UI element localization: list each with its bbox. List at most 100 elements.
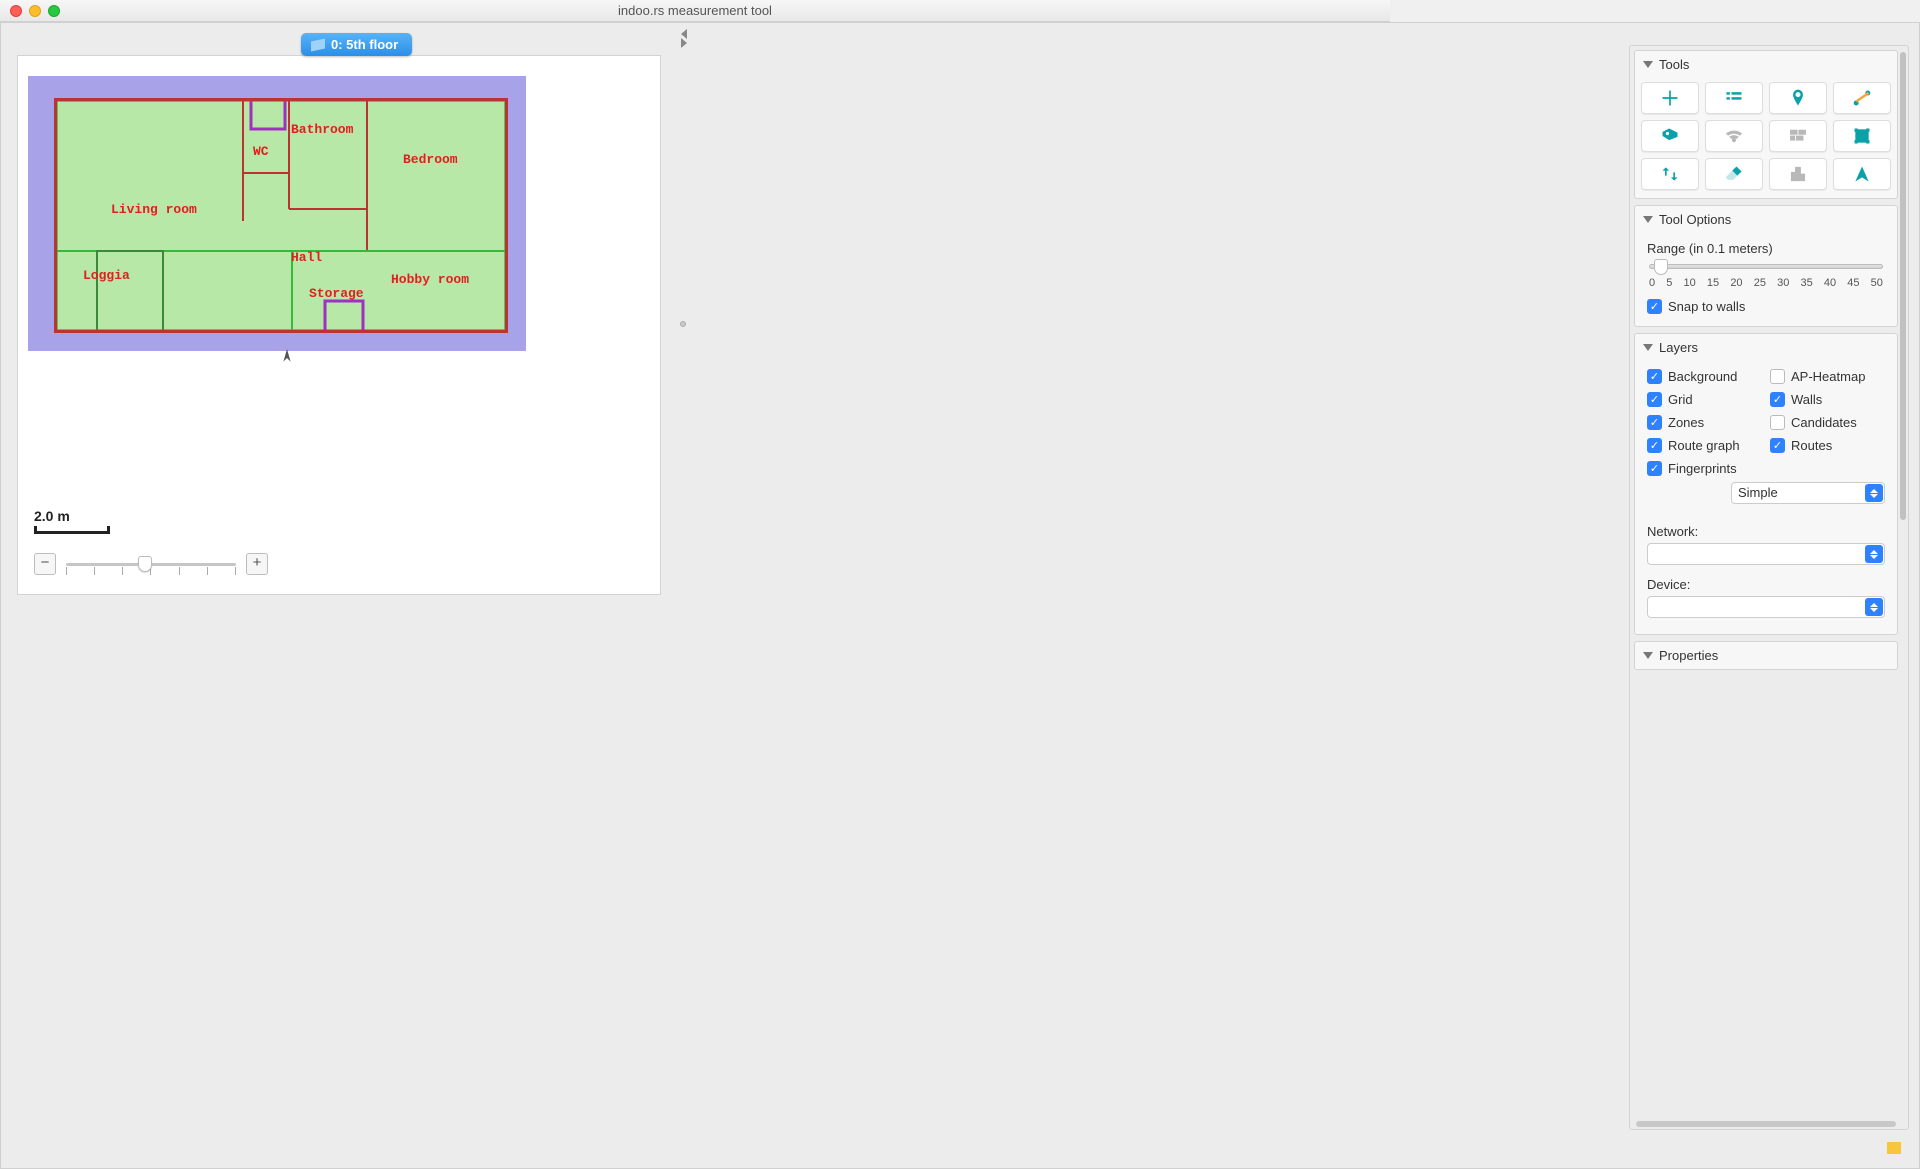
disclosure-triangle-icon <box>1643 216 1653 223</box>
tools-header[interactable]: Tools <box>1635 51 1897 78</box>
layer-checkbox[interactable] <box>1770 438 1785 453</box>
tool-list-button[interactable] <box>1705 82 1763 114</box>
layer-label: Candidates <box>1791 415 1857 430</box>
layer-label: Walls <box>1791 392 1822 407</box>
tool-crosshair-button[interactable] <box>1641 82 1699 114</box>
layer-grid: Background AP-Heatmap Grid Walls Zones Candid… <box>1641 365 1891 480</box>
layer-checkbox[interactable] <box>1770 369 1785 384</box>
layers-section: Layers Background AP-Heatmap Grid Walls Zone… <box>1634 333 1898 635</box>
room-label-hall: Hall <box>291 251 322 264</box>
floor-label: 0: 5th floor <box>331 37 398 52</box>
snap-to-walls-checkbox[interactable] <box>1647 299 1662 314</box>
layer-label: Background <box>1668 369 1737 384</box>
range-slider-thumb[interactable] <box>1654 259 1668 275</box>
tool-grid <box>1641 82 1891 190</box>
side-panel-vscrollbar[interactable] <box>1900 52 1906 520</box>
layer-checkbox[interactable] <box>1647 415 1662 430</box>
tools-title: Tools <box>1659 57 1689 72</box>
panel-splitter-arrows[interactable] <box>681 29 691 47</box>
tool-area-button[interactable] <box>1833 120 1891 152</box>
room-label-wc: WC <box>253 145 269 158</box>
disclosure-triangle-icon <box>1643 344 1653 351</box>
disclosure-triangle-icon <box>1643 652 1653 659</box>
select-arrow-icon <box>1865 598 1883 616</box>
layer-checkbox[interactable] <box>1647 392 1662 407</box>
layer-row: Walls <box>1770 390 1885 409</box>
tool-options-title: Tool Options <box>1659 212 1731 227</box>
zoom-controls: − + <box>34 552 268 576</box>
layer-row: Zones <box>1647 413 1762 432</box>
properties-title: Properties <box>1659 648 1718 663</box>
floorplan-rooms: Living room Loggia WC Bathroom Bedroom H… <box>54 98 508 333</box>
layer-checkbox[interactable] <box>1770 415 1785 430</box>
layer-row: Background <box>1647 367 1762 386</box>
zoom-out-button[interactable]: − <box>34 553 56 575</box>
scale-bar: 2.0 m <box>34 508 110 534</box>
panel-splitter-handle[interactable] <box>680 321 686 327</box>
tool-wifi-button[interactable] <box>1705 120 1763 152</box>
properties-section: Properties <box>1634 641 1898 670</box>
floor-selector[interactable]: 0: 5th floor <box>301 33 412 56</box>
device-label: Device: <box>1641 573 1891 594</box>
floorplan[interactable]: Living room Loggia WC Bathroom Bedroom H… <box>28 76 526 351</box>
layer-checkbox[interactable] <box>1647 438 1662 453</box>
layer-label: Fingerprints <box>1668 461 1737 476</box>
tool-options-header[interactable]: Tool Options <box>1635 206 1897 233</box>
zoom-slider-thumb[interactable] <box>138 556 152 572</box>
tool-navigate-button[interactable] <box>1833 158 1891 190</box>
fingerprint-mode-select[interactable]: Simple <box>1731 482 1885 504</box>
room-label-storage: Storage <box>309 287 364 300</box>
select-arrow-icon <box>1865 484 1883 502</box>
layer-row: Fingerprints <box>1647 459 1762 478</box>
layer-label: AP-Heatmap <box>1791 369 1865 384</box>
side-panel-hscrollbar[interactable] <box>1636 1121 1896 1127</box>
tool-info-tag-button[interactable] <box>1641 120 1699 152</box>
layer-checkbox[interactable] <box>1647 369 1662 384</box>
layer-label: Grid <box>1668 392 1693 407</box>
range-label: Range (in 0.1 meters) <box>1641 237 1891 264</box>
map-canvas[interactable]: Living room Loggia WC Bathroom Bedroom H… <box>17 55 661 595</box>
tool-pin-button[interactable] <box>1769 82 1827 114</box>
floor-icon <box>311 38 325 51</box>
layer-label: Routes <box>1791 438 1832 453</box>
tool-eraser-button[interactable] <box>1705 158 1763 190</box>
select-arrow-icon <box>1865 545 1883 563</box>
room-label-hobby: Hobby room <box>391 273 469 286</box>
room-label-loggia: Loggia <box>83 269 130 282</box>
tool-options-section: Tool Options Range (in 0.1 meters) 05101… <box>1634 205 1898 327</box>
layer-row: Routes <box>1770 436 1885 455</box>
room-label-bathroom: Bathroom <box>291 123 353 136</box>
layer-row: Grid <box>1647 390 1762 409</box>
device-select[interactable] <box>1647 596 1885 618</box>
range-tick-labels: 05101520253035404550 <box>1649 277 1883 289</box>
layer-row: Candidates <box>1770 413 1885 432</box>
canvas-region: 0: 5th floor <box>11 33 671 605</box>
compass-icon <box>278 349 296 367</box>
layer-checkbox[interactable] <box>1647 461 1662 476</box>
layer-row: Route graph <box>1647 436 1762 455</box>
status-indicator <box>1887 1142 1901 1154</box>
network-label: Network: <box>1641 520 1891 541</box>
side-panel: Tools <box>1629 45 1909 1130</box>
layer-checkbox[interactable] <box>1770 392 1785 407</box>
scale-label: 2.0 m <box>34 508 70 524</box>
tools-section: Tools <box>1634 50 1898 199</box>
network-select[interactable] <box>1647 543 1885 565</box>
layer-row: AP-Heatmap <box>1770 367 1885 386</box>
layer-label: Zones <box>1668 415 1704 430</box>
disclosure-triangle-icon <box>1643 61 1653 68</box>
app-frame: 0: 5th floor <box>0 22 1920 1169</box>
properties-header[interactable]: Properties <box>1635 642 1897 669</box>
tool-wall-button[interactable] <box>1769 120 1827 152</box>
tool-measure-button[interactable] <box>1833 82 1891 114</box>
tool-swap-button[interactable] <box>1641 158 1699 190</box>
snap-to-walls-label: Snap to walls <box>1668 299 1745 314</box>
zoom-slider[interactable] <box>66 552 236 576</box>
layers-header[interactable]: Layers <box>1635 334 1897 361</box>
tool-building-button[interactable] <box>1769 158 1827 190</box>
room-label-living: Living room <box>111 203 197 216</box>
zoom-in-button[interactable]: + <box>246 553 268 575</box>
range-slider[interactable]: 05101520253035404550 <box>1649 264 1883 289</box>
layers-title: Layers <box>1659 340 1698 355</box>
room-label-bedroom: Bedroom <box>403 153 458 166</box>
